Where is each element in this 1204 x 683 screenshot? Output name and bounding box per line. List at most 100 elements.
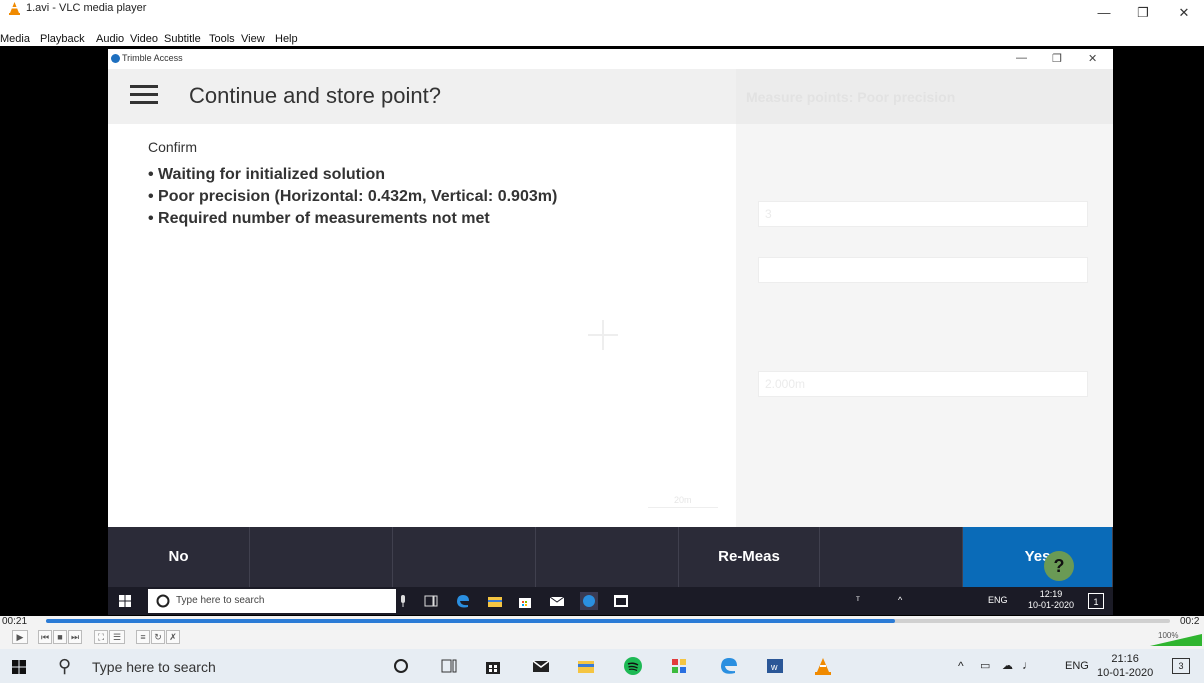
inner-date: 10-01-2020 <box>1028 600 1075 610</box>
edge-icon[interactable] <box>454 592 472 610</box>
trimble-minimize-button[interactable]: — <box>1016 52 1027 64</box>
previous-button[interactable]: ⏮ <box>38 630 52 644</box>
host-notification-count: 3 <box>1178 661 1184 671</box>
mail-icon[interactable] <box>548 592 566 610</box>
trimble-window: Trimble Access — ❐ ✕ Continue and store … <box>108 49 1113 615</box>
loop-button[interactable]: ↻ <box>151 630 165 644</box>
file-explorer-icon[interactable] <box>575 655 597 677</box>
trimble-close-button[interactable]: ✕ <box>1088 52 1097 65</box>
store-icon[interactable] <box>482 655 504 677</box>
spotify-icon[interactable] <box>622 655 644 677</box>
stop-button[interactable]: ■ <box>53 630 67 644</box>
remeas-button[interactable]: Re-Meas <box>679 527 820 587</box>
message-list: • Waiting for initialized solution • Poo… <box>148 164 557 230</box>
store-icon[interactable] <box>516 592 534 610</box>
globe-app-icon[interactable] <box>580 592 598 610</box>
menu-media[interactable]: Media <box>0 32 30 46</box>
network-icon[interactable]: ☁ <box>1002 659 1013 672</box>
inner-time: 12:19 <box>1039 589 1063 599</box>
elapsed-time: 00:21 <box>2 616 28 627</box>
host-date: 10-01-2020 <box>1097 667 1154 679</box>
volume-icon[interactable]: ♩ <box>1022 658 1034 672</box>
background-panel-title: Measure points: Poor precision <box>746 89 956 105</box>
no-button[interactable]: No <box>108 527 250 587</box>
windows-start-icon[interactable] <box>119 595 131 607</box>
trimble-window-title: Trimble Access <box>122 53 183 63</box>
vlc-controls: 00:21 00:2 ▶ ⏮ ■ ⏭ ⛶ ☰ ≡ ↻ ✗ 100% <box>0 616 1204 649</box>
dialog-title: Continue and store point? <box>189 83 441 108</box>
screen: 1.avi - VLC media player — ❐ ✕ Media Pla… <box>0 0 1204 683</box>
notifications-icon[interactable]: 3 <box>1172 658 1190 674</box>
task-view-icon[interactable] <box>422 592 440 610</box>
host-clock[interactable]: 21:16 10-01-2020 <box>1097 652 1153 680</box>
help-icon[interactable]: ? <box>1044 551 1074 581</box>
shuffle-button[interactable]: ✗ <box>166 630 180 644</box>
edge-icon[interactable] <box>718 655 740 677</box>
next-button[interactable]: ⏭ <box>68 630 82 644</box>
menu-view[interactable]: View <box>241 32 265 46</box>
inner-notification-count: 1 <box>1093 597 1099 607</box>
trimble-titlebar: Trimble Access — ❐ ✕ <box>108 49 1113 69</box>
extended-settings-button[interactable]: ☰ <box>109 630 125 644</box>
total-time: 00:2 <box>1180 616 1200 627</box>
task-view-icon[interactable] <box>438 655 460 677</box>
inner-clock[interactable]: 12:19 10-01-2020 <box>1028 589 1074 611</box>
minimize-button[interactable]: — <box>1092 4 1116 22</box>
host-search-placeholder[interactable]: Type here to search <box>92 659 216 675</box>
message-item: • Poor precision (Horizontal: 0.432m, Ve… <box>148 188 558 205</box>
menu-video[interactable]: Video <box>130 32 158 46</box>
confirm-label: Confirm <box>148 139 198 155</box>
inner-lang-indicator[interactable]: ENG <box>988 595 1008 605</box>
cortana-icon[interactable] <box>390 655 412 677</box>
seek-bar[interactable] <box>46 619 1170 623</box>
tray-chevron-icon[interactable]: ^ <box>958 659 964 673</box>
yes-button[interactable]: Yes <box>963 527 1113 587</box>
playlist-button[interactable]: ≡ <box>136 630 150 644</box>
background-field: 3 <box>758 201 1088 227</box>
background-panel: Measure points: Poor precision 3 2.000m <box>736 69 1113 527</box>
trimble-maximize-button[interactable]: ❐ <box>1052 52 1062 65</box>
footer-empty-button <box>820 527 963 587</box>
menu-audio[interactable]: Audio <box>96 32 124 46</box>
app-icon[interactable] <box>668 655 690 677</box>
dialog-header: Continue and store point? <box>108 69 736 124</box>
vlc-icon[interactable] <box>812 655 834 677</box>
hamburger-menu-icon[interactable] <box>130 85 158 105</box>
background-panel-header: Measure points: Poor precision <box>736 69 1113 124</box>
background-field-value: 2.000m <box>765 377 806 391</box>
tray-chevron-icon[interactable]: ^ <box>898 595 902 605</box>
inner-taskbar: Type here to search ᵀ ^ ENG 12:19 10-01-… <box>108 587 1113 615</box>
battery-icon[interactable]: ▭ <box>980 659 990 672</box>
vlc-titlebar: 1.avi - VLC media player — ❐ ✕ <box>0 0 1204 32</box>
people-icon[interactable]: ᵀ <box>856 595 860 605</box>
fullscreen-button[interactable]: ⛶ <box>94 630 108 644</box>
play-button[interactable]: ▶ <box>12 630 28 644</box>
scale-bar <box>648 507 718 508</box>
close-button[interactable]: ✕ <box>1172 4 1196 22</box>
footer-empty-button <box>536 527 679 587</box>
window-app-icon[interactable] <box>612 592 630 610</box>
host-lang-indicator[interactable]: ENG <box>1065 660 1089 672</box>
vlc-menubar: Media Playback Audio Video Subtitle Tool… <box>0 32 1204 46</box>
volume-slider[interactable] <box>1150 634 1202 646</box>
menu-playback[interactable]: Playback <box>40 32 85 46</box>
menu-help[interactable]: Help <box>275 32 298 46</box>
message-item: • Waiting for initialized solution <box>148 166 385 183</box>
search-icon[interactable]: ⚲ <box>58 656 71 677</box>
menu-tools[interactable]: Tools <box>209 32 235 46</box>
mail-icon[interactable] <box>530 655 552 677</box>
microphone-icon[interactable] <box>394 592 412 610</box>
maximize-button[interactable]: ❐ <box>1131 4 1155 22</box>
footer-empty-button <box>250 527 393 587</box>
windows-start-icon[interactable] <box>12 660 26 674</box>
dialog-footer: No Re-Meas Yes ? <box>108 527 1113 587</box>
inner-notifications-icon[interactable]: 1 <box>1088 593 1104 609</box>
background-field: 2.000m <box>758 371 1088 397</box>
vlc-window-title: 1.avi - VLC media player <box>26 2 147 14</box>
menu-subtitle[interactable]: Subtitle <box>164 32 201 46</box>
seek-progress <box>46 619 895 623</box>
word-icon[interactable]: w <box>764 655 786 677</box>
inner-search-box[interactable]: Type here to search <box>148 589 396 613</box>
file-explorer-icon[interactable] <box>486 592 504 610</box>
trimble-logo-icon <box>111 54 120 63</box>
